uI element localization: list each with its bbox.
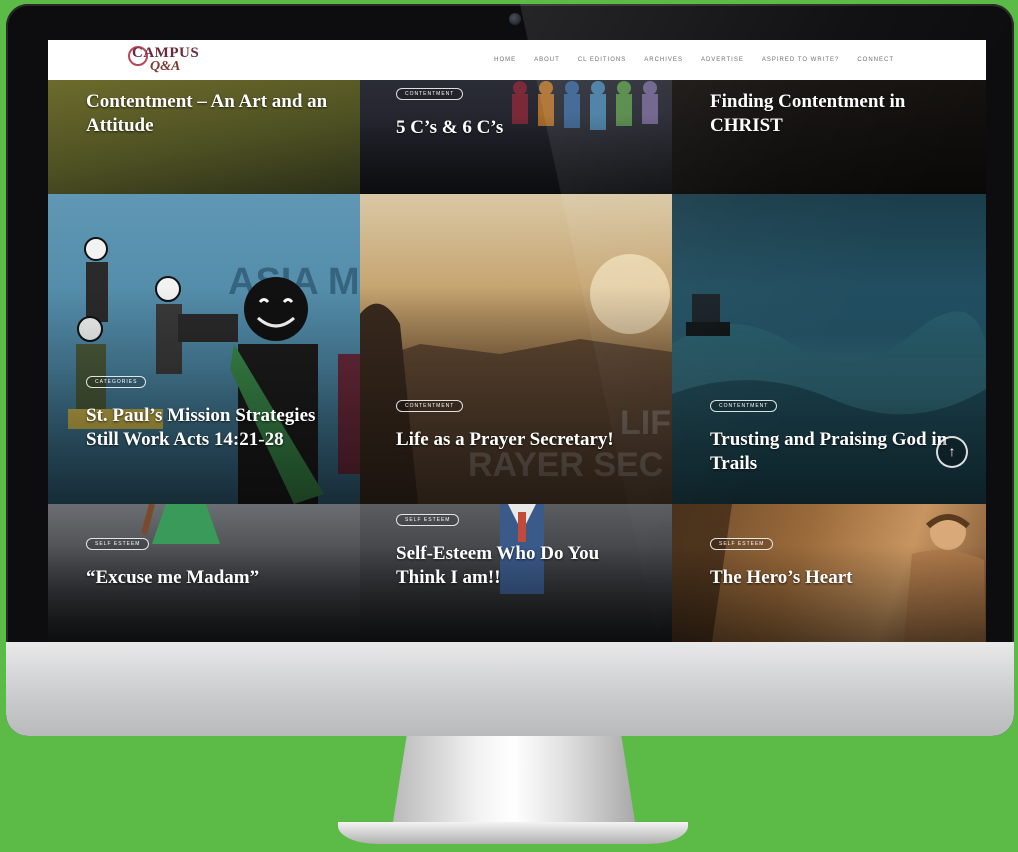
category-tag[interactable]: SELF ESTEEM [86, 538, 150, 550]
category-tag[interactable]: SELF ESTEEM [710, 538, 774, 550]
monitor-stand [392, 736, 636, 828]
nav-advertise[interactable]: ADVERTISE [701, 57, 744, 63]
site-header: CAMPUS Q&A HOME ABOUT CL EDITIONS ARCHIV… [48, 40, 986, 80]
post-title[interactable]: St. Paul’s Mission Strategies Still Work… [86, 404, 326, 452]
post-card[interactable]: SELF ESTEEM Self-Esteem Who Do You Think… [360, 504, 672, 642]
post-title[interactable]: Finding Contentment in CHRIST [710, 90, 970, 138]
browser-screen: CAMPUS Q&A HOME ABOUT CL EDITIONS ARCHIV… [48, 40, 986, 642]
nav-home[interactable]: HOME [494, 57, 516, 63]
category-tag[interactable]: CONTENTMENT [710, 400, 778, 412]
arrow-up-icon: ↑ [948, 443, 956, 459]
site-logo[interactable]: CAMPUS Q&A [128, 43, 202, 77]
nav-connect[interactable]: CONNECT [857, 57, 894, 63]
monitor-chin [6, 642, 1014, 736]
post-title[interactable]: Contentment – An Art and an Attitude [86, 90, 336, 138]
post-card[interactable]: Contentment – An Art and an Attitude [48, 80, 360, 194]
category-tag[interactable]: CONTENTMENT [396, 400, 464, 412]
post-card[interactable]: SELF ESTEEM The Hero’s Heart [672, 504, 986, 642]
post-card[interactable]: ASIA MINOR CATEGORIES St. Paul’s Mission… [48, 194, 360, 504]
post-title[interactable]: “Excuse me Madam” [86, 566, 336, 590]
category-tag[interactable]: SELF ESTEEM [396, 514, 460, 526]
post-title[interactable]: Life as a Prayer Secretary! [396, 428, 636, 452]
category-tag[interactable]: CATEGORIES [86, 376, 147, 388]
webcam-icon [509, 13, 521, 25]
logo-text-bottom: Q&A [150, 59, 181, 74]
nav-about[interactable]: ABOUT [534, 57, 560, 63]
category-tag[interactable]: CONTENTMENT [396, 88, 464, 100]
post-title[interactable]: 5 C’s & 6 C’s [396, 116, 646, 140]
main-nav: HOME ABOUT CL EDITIONS ARCHIVES ADVERTIS… [494, 40, 894, 80]
nav-aspired-to-write[interactable]: ASPIRED TO WRITE? [762, 57, 839, 63]
post-title[interactable]: The Hero’s Heart [710, 566, 950, 590]
nav-cl-editions[interactable]: CL EDITIONS [578, 57, 626, 63]
post-card[interactable]: LIF RAYER SEC CONTENTMENT Life as a Pray… [360, 194, 672, 504]
nav-archives[interactable]: ARCHIVES [644, 57, 683, 63]
monitor-stand-base [338, 822, 688, 844]
post-card[interactable]: CONTENTMENT 5 C’s & 6 C’s [360, 80, 672, 194]
post-card[interactable]: SELF ESTEEM “Excuse me Madam” [48, 504, 360, 642]
scroll-up-button[interactable]: ↑ [936, 436, 968, 468]
post-card[interactable]: Finding Contentment in CHRIST [672, 80, 986, 194]
post-title[interactable]: Trusting and Praising God in Trails [710, 428, 950, 476]
post-card[interactable]: CONTENTMENT Trusting and Praising God in… [672, 194, 986, 504]
post-title[interactable]: Self-Esteem Who Do You Think I am!! [396, 542, 636, 590]
